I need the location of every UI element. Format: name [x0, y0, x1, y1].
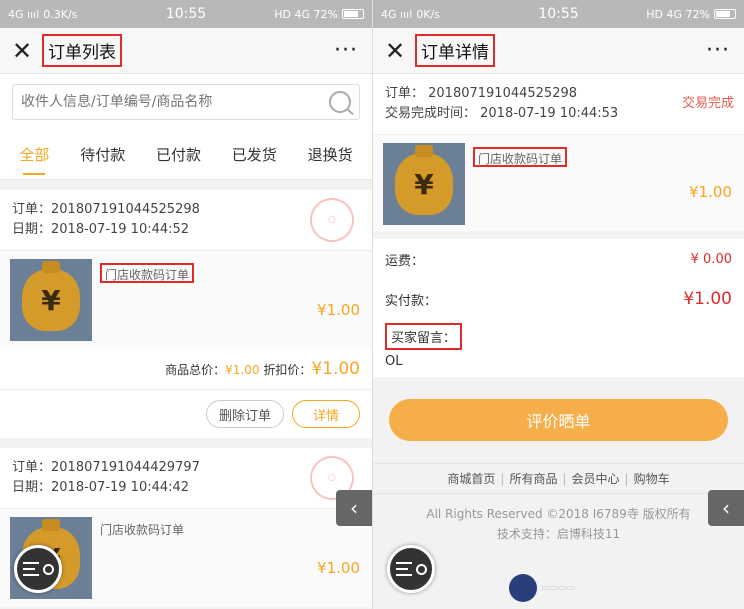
order-list-screen: 4G ıııl 0.3K/s 10:55 HD 4G 72% ✕ 订单列表 ··…	[0, 0, 372, 609]
status-bar: 4G ıııl 0K/s 10:55 HD 4G 72%	[373, 0, 744, 28]
battery-icon	[714, 9, 736, 19]
evaluate-button[interactable]: 评价晒单	[389, 399, 728, 441]
order-actions: 删除订单 详情	[0, 390, 372, 438]
signal-indicator: 4G ıııl	[381, 7, 413, 21]
menu-lines-icon	[395, 562, 412, 576]
product-price: ¥1.00	[317, 301, 360, 319]
logo-watermark: ▭▭▭▭	[541, 583, 576, 593]
footer-link-cart[interactable]: 购物车	[634, 472, 670, 486]
total-value: ¥1.00	[225, 363, 260, 377]
order-number: 订单：201807191044525298	[12, 202, 200, 217]
copyright-text: All Rights Reserved ©2018 I6789寺 版权所有	[426, 507, 691, 521]
network-speed: 0.3K/s	[43, 7, 78, 21]
magnifier-icon	[42, 563, 54, 575]
globe-logo-icon	[509, 574, 537, 602]
remark-section: 买家留言： OL	[373, 319, 744, 377]
brand-logo: ▭▭▭▭	[509, 573, 609, 603]
product-price: ¥1.00	[689, 183, 732, 201]
signal-indicator: 4G ıııl	[8, 7, 40, 21]
more-icon[interactable]: ···	[706, 38, 730, 63]
order-date: 日期：2018-07-19 10:44:52	[12, 222, 190, 237]
battery-icon	[342, 9, 364, 19]
page-title: 订单详情	[415, 34, 495, 67]
paid-row: 实付款： ¥1.00	[373, 279, 744, 319]
order-detail-screen: 4G ıııl 0K/s 10:55 HD 4G 72% ✕ 订单详情 ··· …	[372, 0, 744, 609]
done-time: 交易完成时间： 2018-07-19 10:44:53	[385, 106, 619, 121]
product-name: 门店收款码订单	[473, 147, 568, 167]
floating-search-button[interactable]	[387, 545, 435, 593]
tab-paid[interactable]: 已付款	[156, 134, 201, 175]
status-badge: 交易完成	[681, 96, 734, 111]
menu-lines-icon	[22, 562, 39, 576]
paid-label: 实付款：	[385, 293, 438, 309]
money-bag-icon: ¥	[22, 261, 80, 331]
network-speed: 0K/s	[416, 7, 440, 21]
footer-links: 商城首页 | 所有商品 | 会员中心 | 购物车	[373, 463, 744, 494]
order-info: 订单： 201807191044525298 交易完成时间： 2018-07-1…	[373, 74, 744, 134]
product-thumbnail: ¥	[10, 259, 92, 341]
product-row[interactable]: ¥ 门店收款码订单 ¥1.00	[373, 135, 744, 231]
more-icon[interactable]: ···	[334, 38, 358, 63]
order-date: 日期：2018-07-19 10:44:42	[12, 480, 190, 495]
order-number: 订单： 201807191044525298	[385, 86, 578, 101]
close-icon[interactable]: ✕	[385, 39, 407, 63]
search-input[interactable]	[21, 94, 329, 110]
status-bar: 4G ıııl 0.3K/s 10:55 HD 4G 72%	[0, 0, 372, 28]
delete-order-button[interactable]: 删除订单	[205, 400, 284, 428]
remark-value: OL	[385, 354, 403, 369]
paid-value: ¥1.00	[683, 289, 732, 309]
page-title: 订单列表	[42, 34, 122, 67]
shipping-row: 运费： ¥ 0.00	[373, 239, 744, 279]
search-box[interactable]	[12, 84, 360, 120]
discount-value: ¥1.00	[311, 359, 360, 379]
footer-link-home[interactable]: 商城首页	[447, 472, 495, 486]
order-header[interactable]: 订单：201807191044525298 日期：2018-07-19 10:4…	[0, 190, 372, 251]
total-label: 商品总价：	[165, 363, 226, 377]
order-header[interactable]: 订单：201807191044429797 日期：2018-07-19 10:4…	[0, 448, 372, 509]
product-name: 门店收款码订单	[100, 263, 195, 283]
detail-button[interactable]: 详情	[291, 400, 360, 428]
copyright: All Rights Reserved ©2018 I6789寺 版权所有 技术…	[373, 504, 744, 544]
shipping-value: ¥ 0.00	[690, 251, 732, 267]
money-bag-icon: ¥	[395, 145, 453, 215]
discount-label: 折扣价：	[263, 363, 312, 377]
status-indicators: HD 4G 72%	[274, 7, 338, 21]
footer-link-member-center[interactable]: 会员中心	[572, 472, 620, 486]
product-row[interactable]: ¥ 门店收款码订单 ¥1.00	[0, 251, 372, 349]
product-name: 门店收款码订单	[100, 523, 185, 537]
nav-bar: ✕ 订单详情 ···	[373, 28, 744, 74]
status-indicators: HD 4G 72%	[646, 7, 710, 21]
collapse-arrow-icon[interactable]: ‹	[336, 490, 372, 526]
order-tabs: 全部 待付款 已付款 已发货 退换货	[0, 130, 372, 180]
product-thumbnail: ¥	[383, 143, 465, 225]
collapse-arrow-icon[interactable]: ‹	[708, 490, 744, 526]
tech-support: 技术支持：启博科技11	[496, 527, 621, 541]
tab-returns[interactable]: 退换货	[308, 134, 353, 175]
tab-pending-payment[interactable]: 待付款	[80, 134, 125, 175]
close-icon[interactable]: ✕	[12, 39, 34, 63]
order-number: 订单：201807191044429797	[12, 460, 200, 475]
footer-link-all-products[interactable]: 所有商品	[509, 472, 557, 486]
order-total: 商品总价：¥1.00 折扣价：¥1.00	[0, 349, 372, 390]
remark-label: 买家留言：	[385, 323, 463, 350]
nav-bar: ✕ 订单列表 ···	[0, 28, 372, 74]
search-bar	[0, 74, 372, 130]
order-card: 订单：201807191044525298 日期：2018-07-19 10:4…	[0, 190, 372, 438]
tab-shipped[interactable]: 已发货	[232, 134, 277, 175]
tab-all[interactable]: 全部	[19, 134, 49, 175]
shipping-label: 运费：	[385, 253, 425, 269]
magnifier-icon	[415, 563, 427, 575]
floating-search-button[interactable]	[14, 545, 62, 593]
product-price: ¥1.00	[317, 559, 360, 577]
search-icon[interactable]	[329, 91, 351, 113]
